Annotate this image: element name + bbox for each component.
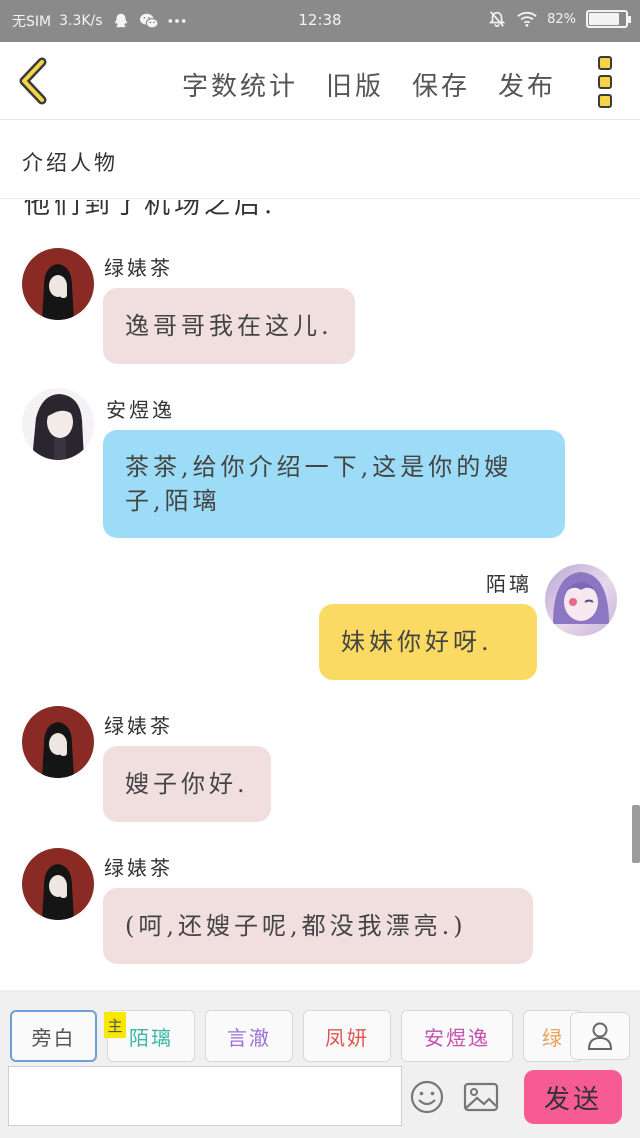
composer-panel: 旁白 陌璃 主 言澈 凤妍 安煜逸 绿 发送 <box>0 990 640 1138</box>
speaker-name: 陌璃 <box>486 572 532 596</box>
character-chip-yanche[interactable]: 言澈 <box>205 1010 293 1062</box>
alarm-off-icon <box>488 11 506 27</box>
message-bubble[interactable]: (呵,还嫂子呢,都没我漂亮.) <box>103 888 533 964</box>
message-bubble[interactable]: 茶茶,给你介绍一下,这是你的嫂子,陌璃 <box>103 430 565 538</box>
save-button[interactable]: 保存 <box>412 66 470 103</box>
clipped-narration: 他们到了机场之后. <box>24 200 277 220</box>
speaker-name: 绿婊茶 <box>104 714 173 738</box>
image-icon <box>463 1082 499 1112</box>
smiley-icon <box>410 1080 444 1114</box>
chapter-title: 介绍人物 <box>22 151 118 175</box>
chevron-left-icon <box>19 57 47 105</box>
avatar[interactable] <box>22 706 94 778</box>
person-icon <box>587 1022 613 1050</box>
emoji-button[interactable] <box>408 1078 446 1116</box>
old-version-button[interactable]: 旧版 <box>326 66 384 103</box>
speaker-name: 安煜逸 <box>106 398 175 422</box>
status-bar: 无SIM 3.3K/s 12:38 82% <box>0 0 640 42</box>
speaker-name: 绿婊茶 <box>104 256 173 280</box>
back-button[interactable] <box>14 56 54 106</box>
battery-icon <box>586 10 631 28</box>
character-chip-fengyan[interactable]: 凤妍 <box>303 1010 391 1062</box>
avatar[interactable] <box>545 564 617 636</box>
vertical-menu-icon[interactable] <box>598 56 618 108</box>
status-right: 82% <box>487 10 631 28</box>
image-button[interactable] <box>462 1078 500 1116</box>
message-bubble[interactable]: 逸哥哥我在这儿. <box>103 288 355 364</box>
scrollbar-thumb[interactable] <box>632 805 640 863</box>
message-input[interactable] <box>8 1066 402 1126</box>
character-portrait-icon <box>42 264 74 320</box>
avatar[interactable] <box>22 848 94 920</box>
message-bubble[interactable]: 妹妹你好呀. <box>319 604 537 680</box>
manage-characters-button[interactable] <box>570 1012 630 1060</box>
battery-percent: 82% <box>547 11 576 27</box>
send-button[interactable]: 发送 <box>524 1070 622 1124</box>
chapter-title-bar[interactable]: 介绍人物 <box>0 121 640 199</box>
message-bubble[interactable]: 嫂子你好. <box>103 746 271 822</box>
character-chip-narration[interactable]: 旁白 <box>10 1010 97 1062</box>
title-bar: 字数统计 旧版 保存 发布 <box>0 42 640 120</box>
character-portrait-icon <box>42 722 74 778</box>
battery-level <box>589 13 619 25</box>
chat-area: 他们到了机场之后. 绿婊茶 逸哥哥我在这儿. 安煜逸 茶茶,给你介绍一下,这是你… <box>0 200 640 990</box>
word-count-button[interactable]: 字数统计 <box>182 66 298 103</box>
character-portrait-icon <box>553 572 609 624</box>
wifi-icon <box>517 11 537 27</box>
character-portrait-icon <box>32 394 84 460</box>
main-character-badge: 主 <box>104 1012 126 1038</box>
header-actions: 字数统计 旧版 保存 发布 <box>182 66 556 103</box>
character-portrait-icon <box>42 864 74 920</box>
speaker-name: 绿婊茶 <box>104 856 173 880</box>
character-chip-anyuyi[interactable]: 安煜逸 <box>401 1010 513 1062</box>
character-selector: 旁白 陌璃 主 言澈 凤妍 安煜逸 绿 <box>0 1010 640 1064</box>
avatar[interactable] <box>22 388 94 460</box>
publish-button[interactable]: 发布 <box>498 66 556 103</box>
avatar[interactable] <box>22 248 94 320</box>
